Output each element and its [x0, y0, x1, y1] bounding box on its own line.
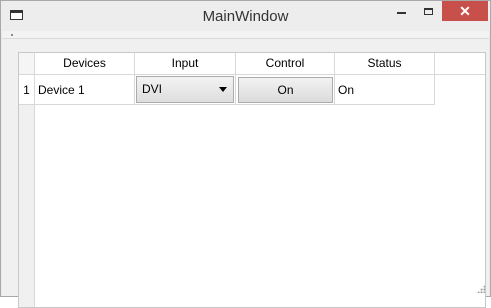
maximize-button[interactable]: [415, 1, 441, 21]
close-icon: ✕: [459, 2, 471, 19]
input-select[interactable]: DVI: [136, 76, 234, 103]
header-devices[interactable]: Devices: [35, 53, 135, 74]
status-cell[interactable]: On: [335, 75, 435, 105]
header-status[interactable]: Status: [335, 53, 435, 74]
menu-bar: [2, 31, 489, 39]
horizontal-header: Devices Input Control Status: [35, 53, 485, 75]
input-select-value: DVI: [142, 82, 163, 96]
maximize-icon: [423, 7, 433, 15]
header-control[interactable]: Control: [236, 53, 335, 74]
row-header[interactable]: 1: [19, 75, 35, 105]
minimize-icon: [397, 12, 406, 14]
table-row: 1 Device 1 DVI On On: [19, 75, 485, 105]
control-cell: On: [236, 75, 335, 105]
main-window: MainWindow ✕ Devices Input Control Statu…: [0, 0, 491, 308]
vertical-header: [19, 75, 35, 307]
device-cell[interactable]: Device 1: [35, 75, 135, 105]
chevron-down-icon: [219, 87, 227, 92]
device-name: Device 1: [38, 83, 85, 97]
header-input[interactable]: Input: [135, 53, 236, 74]
title-bar[interactable]: MainWindow ✕: [1, 1, 490, 31]
toolbar-grip-icon[interactable]: [11, 34, 13, 36]
minimize-button[interactable]: [388, 1, 415, 21]
close-button[interactable]: ✕: [442, 1, 488, 21]
input-cell: DVI: [135, 75, 236, 105]
central-widget: Devices Input Control Status 1 Device 1 …: [2, 39, 489, 308]
on-button[interactable]: On: [238, 77, 333, 103]
table-corner-button[interactable]: [19, 53, 35, 75]
status-value: On: [338, 83, 355, 97]
devices-table[interactable]: Devices Input Control Status 1 Device 1 …: [18, 52, 486, 308]
